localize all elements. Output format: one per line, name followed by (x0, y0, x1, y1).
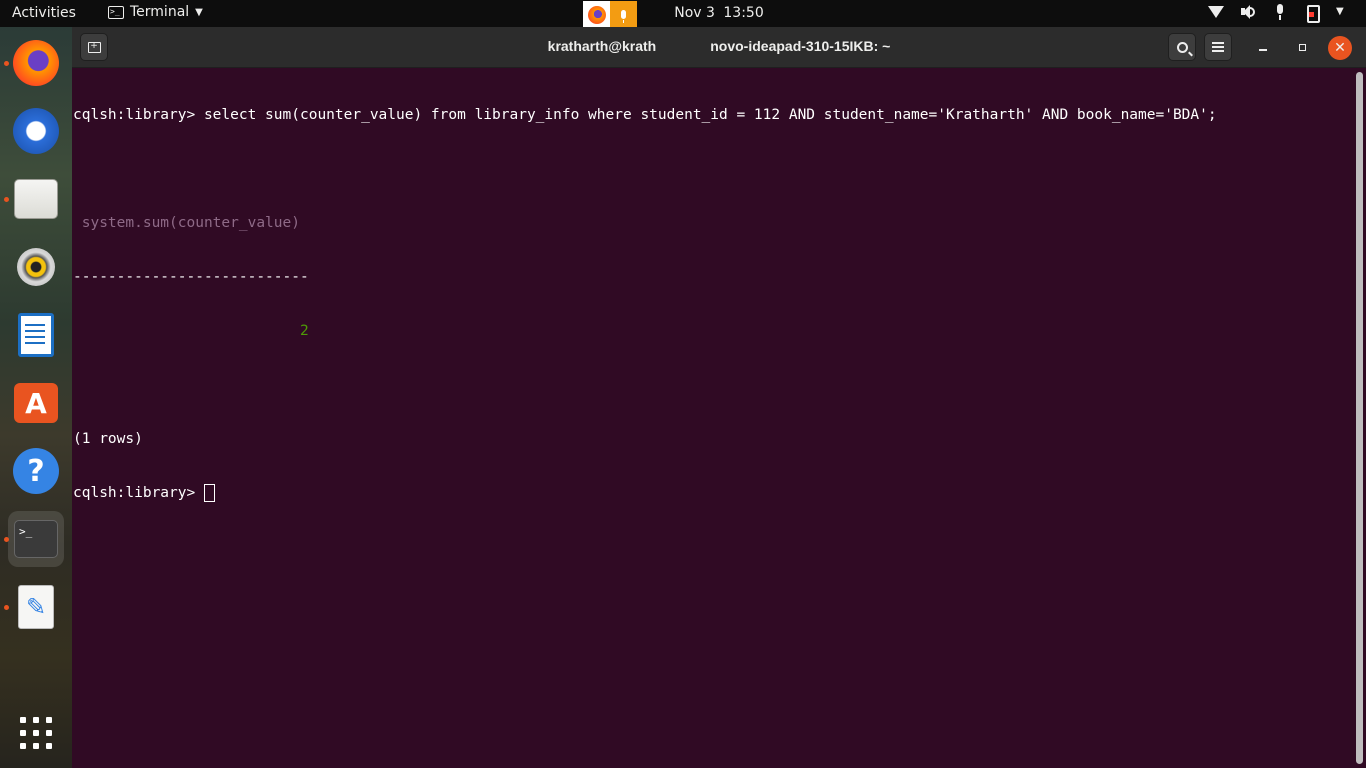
dock-item-text-editor[interactable]: ✎ (4, 579, 64, 635)
clock-date: Nov 3 (674, 5, 715, 21)
maximize-icon (1298, 43, 1306, 51)
dock: A ? >_ ✎ (0, 27, 72, 768)
hamburger-menu-button[interactable] (1204, 33, 1232, 61)
header-bar[interactable]: + kratharth@krath novo-ideapad-310-15IKB:… (72, 27, 1366, 68)
window-title-right: novo-ideapad-310-15IKB: ~ (710, 38, 891, 54)
prompt: cqlsh:library> (73, 107, 204, 123)
command-text: select sum(counter_value) from library_i… (203, 107, 1217, 123)
dock-item-terminal[interactable]: >_ (4, 511, 64, 567)
running-indicator (4, 197, 9, 202)
terminal-icon: >_ (14, 520, 58, 558)
hamburger-icon (1212, 46, 1224, 48)
running-indicator (4, 537, 9, 542)
running-indicator (4, 605, 9, 610)
system-tray[interactable]: ▼ (1208, 4, 1352, 23)
volume-icon[interactable] (1240, 4, 1256, 20)
minimize-button[interactable] (1249, 33, 1277, 61)
dock-item-help[interactable]: ? (8, 443, 64, 499)
scrollbar[interactable] (1356, 72, 1363, 764)
screen-share-indicator (583, 1, 637, 28)
wifi-icon[interactable] (1208, 4, 1224, 20)
window-title-left: kratharth@krath (547, 38, 657, 54)
files-icon (14, 179, 58, 219)
ubuntu-software-icon: A (14, 383, 58, 423)
search-icon (1176, 41, 1188, 53)
clock[interactable]: Nov 3 13:50 (0, 5, 1366, 21)
dock-item-thunderbird[interactable] (8, 103, 64, 159)
dock-item-software[interactable]: A (8, 375, 64, 431)
search-button[interactable] (1168, 33, 1196, 61)
help-icon: ? (13, 448, 59, 494)
dock-item-rhythmbox[interactable] (8, 239, 64, 295)
prompt: cqlsh:library> (73, 485, 204, 501)
firefox-indicator-icon (583, 1, 610, 28)
result-separator: --------------------------- (73, 269, 309, 285)
libreoffice-writer-icon (18, 313, 54, 357)
top-bar: Activities >_ Terminal ▼ Nov 3 13:50 ▼ (0, 0, 1366, 28)
microphone-indicator-icon (610, 1, 637, 28)
dock-item-writer[interactable] (8, 307, 64, 363)
text-cursor (203, 484, 215, 502)
close-button[interactable]: ✕ (1328, 36, 1352, 60)
rhythmbox-icon (17, 248, 55, 286)
result-header: system.sum(counter_value) (73, 215, 300, 231)
result-value: 2 (73, 323, 309, 339)
thunderbird-icon (13, 108, 59, 154)
maximize-button[interactable] (1288, 33, 1316, 61)
text-editor-icon: ✎ (18, 585, 54, 629)
dock-item-firefox[interactable] (4, 35, 64, 91)
terminal-window: + kratharth@krath novo-ideapad-310-15IKB:… (72, 27, 1366, 768)
microphone-icon[interactable] (1272, 4, 1288, 20)
clock-time: 13:50 (723, 5, 764, 21)
firefox-icon (13, 40, 59, 86)
running-indicator (4, 61, 9, 66)
command-line: cqlsh:library> select sum(counter_value)… (73, 106, 1353, 124)
battery-icon[interactable] (1304, 4, 1320, 23)
minimize-icon (1259, 49, 1267, 51)
terminal-output[interactable]: cqlsh:library> select sum(counter_value)… (72, 68, 1353, 768)
power-menu-icon[interactable]: ▼ (1336, 4, 1352, 20)
active-prompt-line[interactable]: cqlsh:library> (73, 484, 1353, 502)
close-icon: ✕ (1334, 40, 1346, 56)
row-count: (1 rows) (73, 431, 143, 447)
show-applications-button[interactable] (20, 717, 52, 749)
dock-item-files[interactable] (4, 171, 64, 227)
